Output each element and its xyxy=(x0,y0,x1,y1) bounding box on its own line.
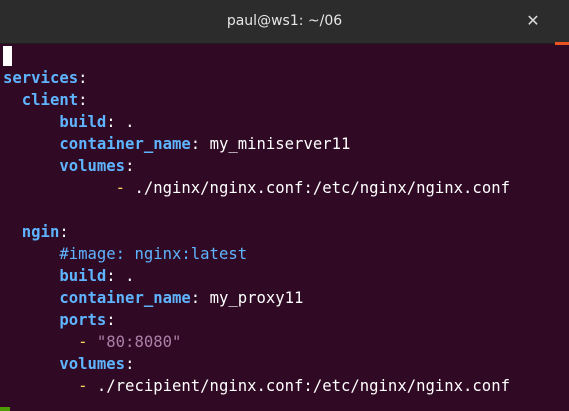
status-marker xyxy=(0,407,10,411)
title-bar[interactable]: paul@ws1: ~/06 ✕ xyxy=(0,0,569,44)
yaml-line-client-build: build: . xyxy=(59,113,135,131)
yaml-value: ./nginx/nginx.conf:/etc/nginx/nginx.conf xyxy=(134,179,510,197)
yaml-value: . xyxy=(125,267,135,285)
yaml-list-dash: - xyxy=(78,377,88,395)
yaml-line-ngin-volumes: volumes: xyxy=(59,355,135,373)
yaml-key: container_name xyxy=(59,289,191,307)
yaml-key: build xyxy=(59,113,107,131)
yaml-key: ports xyxy=(59,311,107,329)
yaml-key: services xyxy=(3,69,79,87)
terminal-window: paul@ws1: ~/06 ✕ services: client: build… xyxy=(0,0,569,411)
window-title: paul@ws1: ~/06 xyxy=(226,13,343,29)
yaml-key: volumes xyxy=(59,355,126,373)
yaml-string: "80:8080" xyxy=(96,333,182,351)
yaml-line-ngin-comment: #image: nginx:latest xyxy=(3,243,569,265)
yaml-line-ngin-build: build: . xyxy=(59,267,135,285)
editor-buffer[interactable]: services: client: build: . container_nam… xyxy=(3,45,569,411)
yaml-list-dash: - xyxy=(78,333,88,351)
yaml-list-dash: - xyxy=(115,179,126,197)
close-icon[interactable]: ✕ xyxy=(523,11,543,31)
yaml-key: ngin xyxy=(21,223,60,241)
cursor-line xyxy=(3,45,569,67)
yaml-value: my_miniserver11 xyxy=(209,135,351,153)
yaml-key: client xyxy=(21,91,79,109)
yaml-line-client-volume-item: - ./nginx/nginx.conf:/etc/nginx/nginx.co… xyxy=(3,177,569,199)
yaml-line-ngin-ports: ports: xyxy=(59,311,116,329)
yaml-line-ngin-port-item: - "80:8080" xyxy=(3,331,569,353)
yaml-key: container_name xyxy=(59,135,191,153)
yaml-value: ./recipient/nginx.conf:/etc/nginx/nginx.… xyxy=(96,377,510,395)
yaml-key: volumes xyxy=(59,157,126,175)
yaml-line-ngin: ngin: xyxy=(21,223,69,241)
yaml-line-client-volumes: volumes: xyxy=(59,157,135,175)
yaml-line-ngin-volume-item: - ./recipient/nginx.conf:/etc/nginx/ngin… xyxy=(3,375,569,397)
yaml-line-client-container: container_name: my_miniserver11 xyxy=(59,135,351,153)
yaml-value: my_proxy11 xyxy=(209,289,304,307)
text-cursor xyxy=(3,46,12,66)
yaml-value: . xyxy=(125,113,135,131)
yaml-line-blank xyxy=(3,199,569,221)
yaml-line-services: services: xyxy=(3,69,88,87)
yaml-line-ngin-container: container_name: my_proxy11 xyxy=(59,289,304,307)
yaml-key: build xyxy=(59,267,107,285)
yaml-line-client: client: xyxy=(21,91,88,109)
yaml-comment: #image: nginx:latest xyxy=(59,245,248,263)
